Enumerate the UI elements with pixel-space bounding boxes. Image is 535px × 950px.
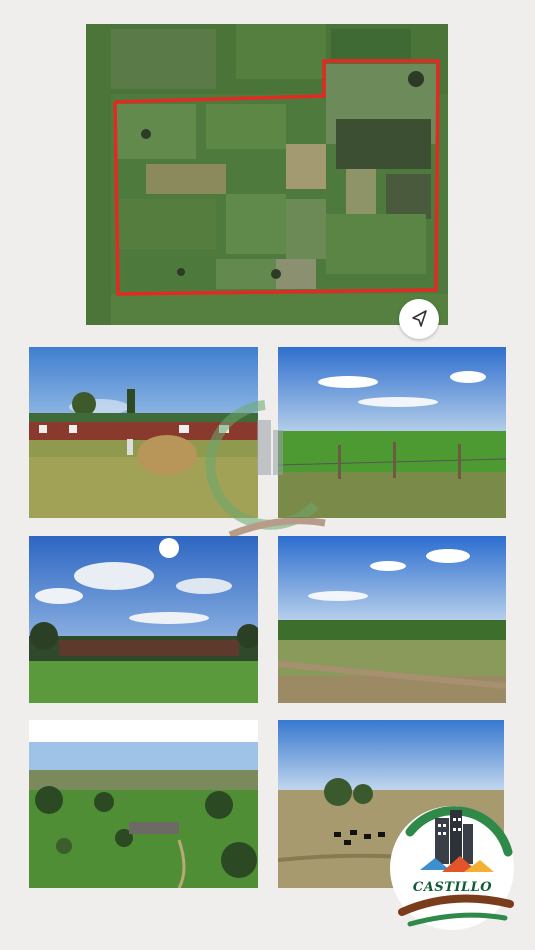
- brand-name: CASTILLO: [412, 880, 493, 895]
- castillo-logo: CASTILLO: [380, 800, 525, 940]
- crop-field-photo: [278, 347, 506, 518]
- navigation-arrow-icon: [412, 310, 427, 327]
- navigate-button[interactable]: [399, 299, 439, 339]
- aerial-farm-photo: [29, 720, 258, 888]
- satellite-map-image: [86, 24, 448, 325]
- satellite-map: [86, 24, 448, 325]
- castillo-emblem: [390, 806, 514, 930]
- farmhouse-photo: [29, 347, 258, 518]
- farmhouse-sun-photo: [29, 536, 258, 703]
- field-track-photo: [278, 536, 506, 703]
